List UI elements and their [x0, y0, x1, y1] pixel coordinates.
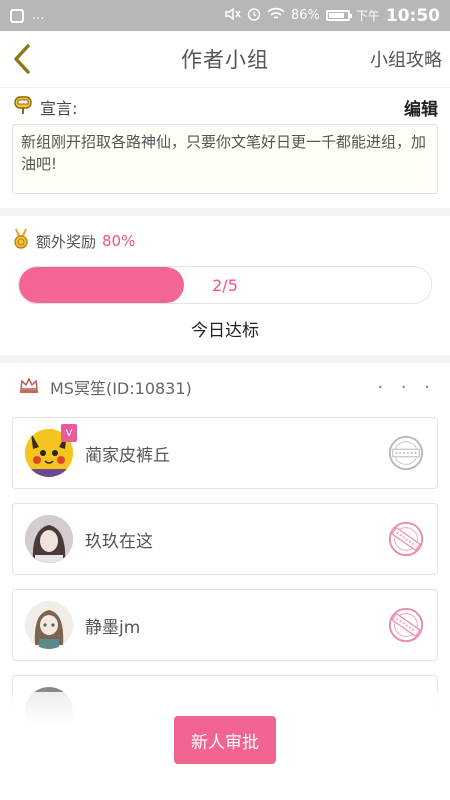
group-owner-row: MS冥笙(ID:10831) · · · [0, 363, 450, 409]
avatar [25, 601, 73, 649]
app-notification-icon [10, 8, 24, 23]
battery-icon [325, 10, 352, 21]
divider [0, 208, 450, 216]
alarm-icon [247, 7, 261, 25]
reward-percent: 80% [102, 232, 136, 250]
declaration-label: 宣言: [40, 99, 78, 118]
group-owner-label: MS冥笙(ID:10831) [50, 379, 192, 398]
member-name: 蔺家皮裤丘 [85, 445, 170, 466]
gray-seal-stamp-icon [387, 434, 425, 472]
more-options-button[interactable]: · · · [377, 377, 436, 398]
member-card[interactable]: 静墨jm [12, 589, 438, 661]
notification-more: ... [32, 8, 45, 23]
clock: 10:50 [385, 5, 440, 26]
today-status: 今日达标 [191, 321, 259, 341]
member-name: 玖玖在这 [85, 531, 153, 552]
crown-icon [18, 375, 40, 399]
daily-progress-bar: 2/5 [18, 266, 432, 304]
member-card[interactable]: V 蔺家皮裤丘 [12, 417, 438, 489]
avatar [25, 515, 73, 563]
group-guide-link[interactable]: 小组攻略 [370, 46, 442, 72]
battery-fill [328, 13, 344, 18]
progress-text: 2/5 [212, 275, 238, 295]
top-header: 作者小组 小组攻略 [0, 31, 450, 88]
medal-icon [12, 228, 30, 254]
time-ampm: 下午 [355, 9, 380, 23]
member-name: 静墨jm [85, 617, 141, 638]
edit-button[interactable]: 编辑 [404, 95, 438, 120]
member-card[interactable]: 玖玖在这 [12, 503, 438, 575]
declaration-text: 新组刚开招取各路神仙，只要你文笔好日更一千都能进组，加油吧! [12, 124, 438, 194]
status-bar: ... 86% 下午 10:50 [0, 0, 450, 31]
pink-seal-stamp-icon [387, 520, 425, 558]
wifi-icon [267, 7, 285, 25]
new-member-approval-button[interactable]: 新人审批 [174, 716, 276, 764]
mute-icon [225, 7, 241, 25]
declaration-section: 宣言: 编辑 新组刚开招取各路神仙，只要你文笔好日更一千都能进组，加油吧! [0, 88, 450, 208]
battery-percent: 86% [290, 8, 320, 23]
mailbox-icon [12, 94, 34, 120]
divider [0, 355, 450, 363]
vip-badge: V [61, 424, 77, 442]
pink-seal-stamp-icon [387, 606, 425, 644]
reward-label: 额外奖励 [36, 232, 97, 251]
reward-section: 额外奖励 80% 2/5 今日达标 [0, 216, 450, 355]
